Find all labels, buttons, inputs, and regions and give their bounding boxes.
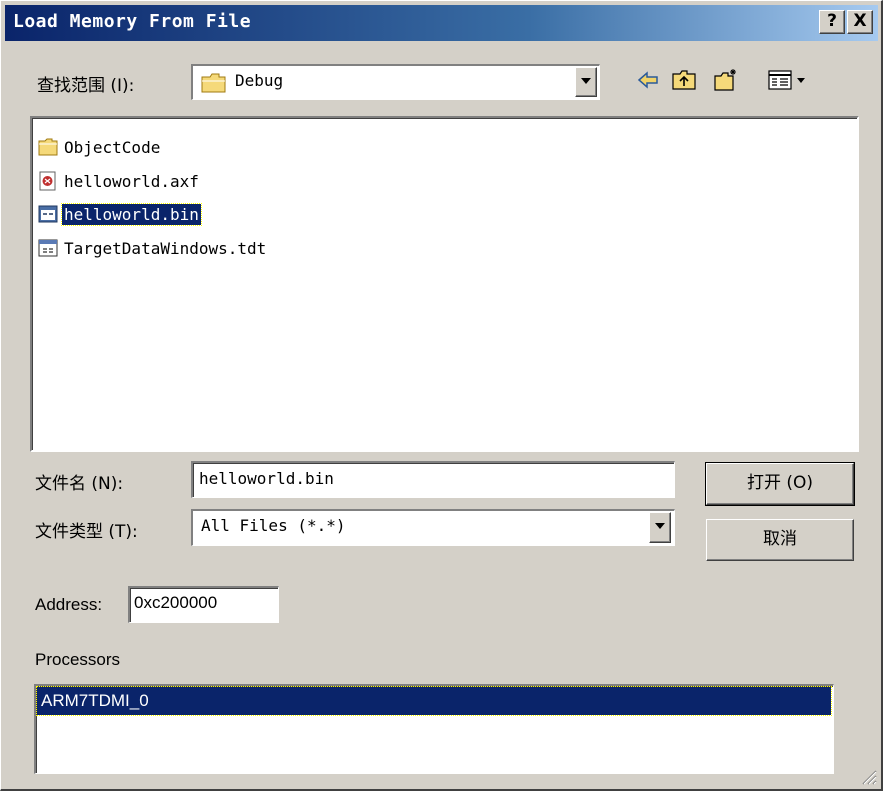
view-menu-icon[interactable]: [767, 67, 811, 93]
file-name-label: 文件名 (N):: [35, 474, 124, 494]
look-in-dropdown-button[interactable]: [575, 67, 597, 97]
file-item-targetdatawindows-tdt[interactable]: TargetDataWindows.tdt: [38, 235, 268, 261]
title-bar[interactable]: Load Memory From File ? X: [5, 5, 878, 41]
close-button[interactable]: X: [847, 10, 873, 34]
back-arrow-icon[interactable]: [635, 67, 661, 93]
file-name: ObjectCode: [64, 137, 161, 157]
file-name: helloworld.bin: [61, 202, 202, 226]
cancel-button[interactable]: 取消: [706, 519, 854, 561]
address-label: Address:: [35, 595, 103, 614]
file-name: TargetDataWindows.tdt: [64, 238, 267, 258]
file-type-combo[interactable]: All Files (*.*): [191, 509, 675, 546]
tdt-file-icon: [38, 239, 58, 257]
address-input[interactable]: 0xc200000: [128, 586, 279, 623]
look-in-value: Debug: [235, 71, 284, 90]
look-in-label: 查找范围 (I):: [37, 76, 135, 96]
folder-icon: [201, 73, 226, 93]
file-list[interactable]: ObjectCode helloworld.axf helloworld.bin: [30, 116, 859, 452]
new-folder-icon[interactable]: [713, 67, 739, 93]
processors-list[interactable]: ARM7TDMI_0: [34, 684, 834, 774]
look-in-combo[interactable]: Debug: [191, 64, 600, 100]
window-title: Load Memory From File: [13, 11, 252, 32]
load-memory-dialog: Load Memory From File ? X 查找范围 (I): Debu…: [0, 0, 883, 791]
file-type-value: All Files (*.*): [201, 516, 346, 535]
file-type-dropdown-button[interactable]: [649, 512, 671, 543]
file-type-label: 文件类型 (T):: [35, 522, 138, 542]
file-item-helloworld-axf[interactable]: helloworld.axf: [38, 168, 201, 194]
open-button[interactable]: 打开 (O): [705, 462, 855, 506]
axf-file-icon: [39, 171, 56, 191]
resize-grip-icon[interactable]: [859, 767, 877, 785]
file-item-helloworld-bin[interactable]: helloworld.bin: [38, 201, 202, 227]
help-button[interactable]: ?: [819, 10, 845, 34]
up-folder-icon[interactable]: [671, 67, 697, 93]
file-item-objectcode[interactable]: ObjectCode: [38, 134, 162, 160]
processor-item-arm7tdmi-0[interactable]: ARM7TDMI_0: [36, 686, 832, 716]
bin-file-icon: [38, 205, 58, 223]
processors-label: Processors: [35, 650, 121, 669]
file-name-input[interactable]: helloworld.bin: [191, 461, 675, 498]
file-name: helloworld.axf: [64, 171, 199, 191]
folder-icon: [38, 138, 58, 156]
